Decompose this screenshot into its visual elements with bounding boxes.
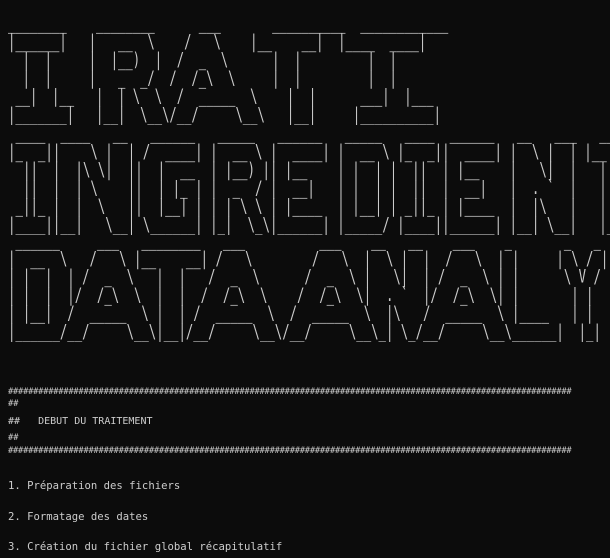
ascii-banner-irati: ________ ________ ___ __________ _______… bbox=[8, 12, 449, 125]
step-line: 3. Création du fichier global récapitula… bbox=[8, 541, 283, 553]
hash-prefix-line: ## bbox=[8, 433, 19, 443]
section-title: ## DEBUT DU TRAITEMENT bbox=[8, 416, 153, 427]
ascii-banner-data-analyse: ______ ___ ________ ___ ___ __ __ ___ _ … bbox=[8, 229, 609, 342]
separator-bottom: ########################################… bbox=[8, 446, 572, 456]
step-line: 2. Formatage des dates bbox=[8, 511, 149, 523]
ascii-banner-ingredients: ____ ____ __ ______ _____ ______ _____ _… bbox=[8, 122, 610, 235]
hash-prefix-line: ## bbox=[8, 399, 19, 409]
step-line: 1. Préparation des fichiers bbox=[8, 480, 181, 492]
separator-top: ########################################… bbox=[8, 387, 572, 397]
terminal-window[interactable]: ________ ________ ___ __________ _______… bbox=[0, 0, 610, 558]
